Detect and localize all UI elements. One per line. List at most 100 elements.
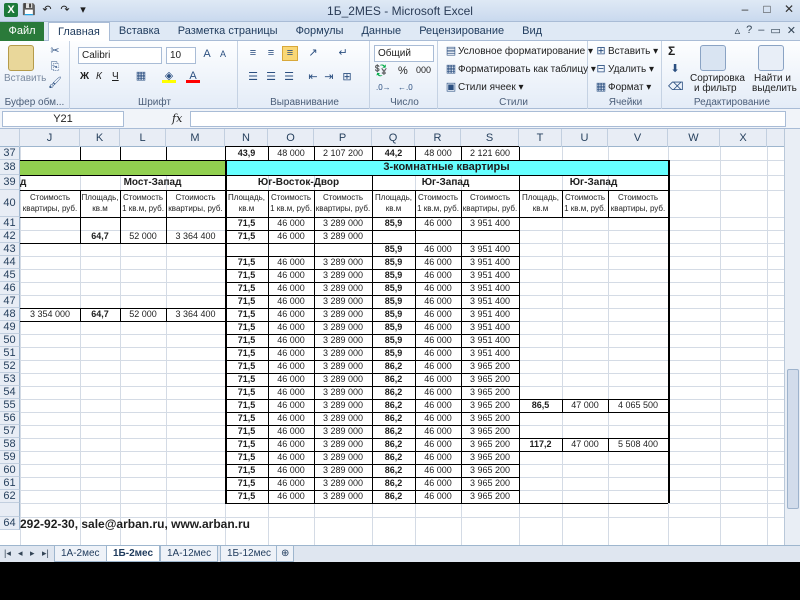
tab-formulas[interactable]: Формулы [287,22,353,41]
row-header-44[interactable]: 44 [0,256,20,269]
row-header-62[interactable]: 62 [0,490,20,503]
help-icon[interactable]: ? [746,24,752,37]
autosum-button[interactable]: Σ [668,44,675,58]
row-header-56[interactable]: 56 [0,412,20,425]
cut-icon[interactable]: ✂ [48,45,62,58]
minimize-button[interactable]: – [734,0,756,18]
column-header-j[interactable]: J [20,129,80,147]
row-header-50[interactable]: 50 [0,334,20,347]
worksheet-grid[interactable]: JKLMNOPQRSTUVWX 37 38 39 40 41 42 43 44 45 46 47 48… [0,129,784,545]
row-header-54[interactable]: 54 [0,386,20,399]
grow-font-icon[interactable]: A [200,48,214,61]
row-header-58[interactable]: 58 [0,438,20,451]
row-header-57[interactable]: 57 [0,425,20,438]
row-header-46[interactable]: 46 [0,282,20,295]
formula-input[interactable] [190,111,786,127]
underline-button[interactable]: Ч [112,71,119,82]
format-cells-button[interactable]: ▦ Формат ▾ [594,81,652,94]
find-select-icon[interactable] [758,45,784,71]
increase-decimal-icon[interactable]: .0→ [376,81,391,94]
align-left-icon[interactable]: ☰ [246,71,260,84]
row-header-59[interactable]: 59 [0,451,20,464]
tab-home[interactable]: Главная [48,22,110,42]
row-header-52[interactable]: 52 [0,360,20,373]
close-button[interactable]: ✕ [778,0,800,18]
sort-filter-label-2[interactable]: и фильтр [694,83,737,94]
percent-button[interactable]: % [398,65,408,77]
fill-icon[interactable]: ⬇ [668,63,682,76]
row-header-51[interactable]: 51 [0,347,20,360]
column-header-l[interactable]: L [120,129,166,147]
row-header-38[interactable]: 38 [0,160,20,175]
column-header-v[interactable]: V [608,129,668,147]
column-header-x[interactable]: X [720,129,767,147]
row-header-43[interactable]: 43 [0,243,20,256]
orientation-icon[interactable]: ↗ [306,47,320,60]
column-header-w[interactable]: W [668,129,720,147]
font-color-icon[interactable]: A [186,70,200,83]
column-header-s[interactable]: S [461,129,519,147]
increase-indent-icon[interactable]: ⇥ [322,71,336,84]
decrease-indent-icon[interactable]: ⇤ [306,71,320,84]
next-sheet-icon[interactable]: ▸ [30,548,35,559]
column-header-p[interactable]: P [314,129,372,147]
prev-sheet-icon[interactable]: ◂ [18,548,23,559]
insert-function-icon[interactable]: fx [172,112,182,125]
sheet-tab-1a-2mes[interactable]: 1А-2мес [54,546,107,562]
doc-restore-icon[interactable]: ▭ [770,24,780,37]
fill-color-icon[interactable]: ◈ [162,70,176,83]
tab-file[interactable]: Файл [0,22,44,41]
sort-filter-icon[interactable] [700,45,726,71]
collapse-ribbon-icon[interactable]: ▵ [735,24,741,37]
currency-icon[interactable]: 💱 [374,65,388,78]
copy-icon[interactable]: ⎘ [48,61,62,74]
format-as-table-button[interactable]: ▦ Форматировать как таблицу ▾ [444,63,596,76]
doc-minimize-icon[interactable]: – [758,24,764,37]
format-painter-icon[interactable]: 🖌 [48,77,62,90]
row-header-60[interactable]: 60 [0,464,20,477]
tab-page-layout[interactable]: Разметка страницы [169,22,287,41]
merge-center-icon[interactable]: ⊞ [340,71,354,84]
font-size-select[interactable]: 10 [166,47,196,64]
find-select-label-2[interactable]: выделить [752,83,797,94]
column-header-u[interactable]: U [562,129,608,147]
thousands-button[interactable]: 000 [416,65,431,75]
wrap-text-icon[interactable]: ↵ [336,47,350,60]
font-name-select[interactable]: Calibri [78,47,162,64]
align-right-icon[interactable]: ☰ [282,71,296,84]
scrollbar-thumb[interactable] [787,369,799,509]
row-header-37[interactable]: 37 [0,147,20,160]
first-sheet-icon[interactable]: |◂ [4,548,11,559]
cell-styles-button[interactable]: ▣ Стили ячеек ▾ [444,81,524,94]
italic-button[interactable]: К [96,71,102,82]
align-middle-icon[interactable]: ≡ [264,47,278,60]
column-header-m[interactable]: M [166,129,225,147]
tab-review[interactable]: Рецензирование [410,22,513,41]
row-header-47[interactable]: 47 [0,295,20,308]
row-header-64[interactable]: 64 [0,517,20,530]
sheet-tab-1b-12mes[interactable]: 1Б-12мес [220,546,279,562]
row-header-49[interactable]: 49 [0,321,20,334]
column-header-q[interactable]: Q [372,129,415,147]
borders-icon[interactable]: ▦ [134,70,148,83]
row-header-45[interactable]: 45 [0,269,20,282]
row-header-48[interactable]: 48 [0,308,20,321]
decrease-decimal-icon[interactable]: ←.0 [398,81,413,94]
insert-cells-button[interactable]: ⊞ Вставить ▾ [594,45,658,58]
column-header-o[interactable]: O [268,129,314,147]
row-header-55[interactable]: 55 [0,399,20,412]
row-header-40[interactable]: 40 [0,190,20,217]
shrink-font-icon[interactable]: A [216,48,230,61]
clear-icon[interactable]: ⌫ [668,81,684,94]
align-top-icon[interactable]: ≡ [246,47,260,60]
row-header-39[interactable]: 39 [0,175,20,190]
last-sheet-icon[interactable]: ▸| [42,548,49,559]
tab-insert[interactable]: Вставка [110,22,169,41]
vertical-scrollbar[interactable] [784,129,800,545]
maximize-button[interactable]: □ [756,0,778,18]
row-header-41[interactable]: 41 [0,217,20,230]
align-bottom-icon[interactable]: ≡ [282,46,298,61]
paste-icon[interactable] [8,45,34,71]
column-header-k[interactable]: K [80,129,120,147]
conditional-formatting-button[interactable]: ▤ Условное форматирование ▾ [444,45,593,58]
